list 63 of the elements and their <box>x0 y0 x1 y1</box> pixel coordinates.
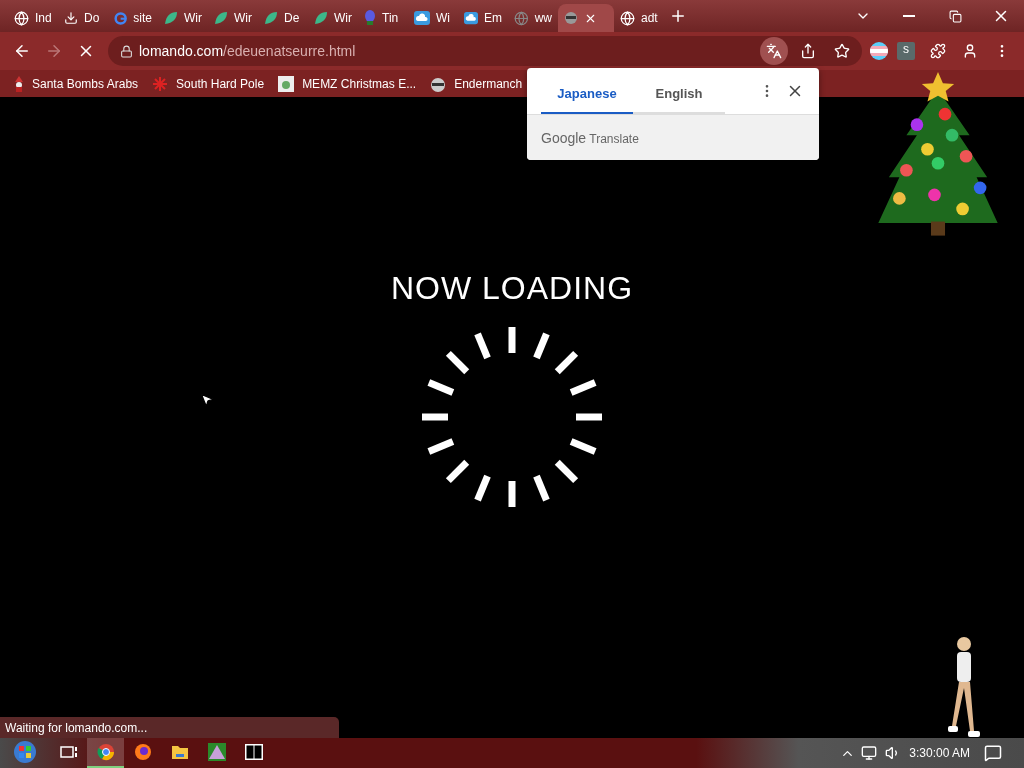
browser-tab[interactable]: Wir <box>308 4 358 32</box>
globe-icon <box>514 10 529 26</box>
leaf-icon <box>314 11 328 25</box>
browser-tab[interactable]: Do <box>58 4 108 32</box>
task-view-icon <box>59 744 78 760</box>
status-bubble: Waiting for lomando.com... <box>0 717 339 738</box>
browser-tab[interactable]: De <box>258 4 308 32</box>
loading-spinner-icon <box>420 325 604 509</box>
firefox-icon <box>133 743 152 761</box>
share-icon <box>800 43 816 59</box>
star-icon <box>834 43 850 59</box>
google-icon <box>114 10 128 26</box>
snowflake-icon <box>152 75 169 92</box>
address-bar[interactable]: lomando.com/edeuenatseurre.html <box>108 36 862 66</box>
browser-tab[interactable]: ww <box>508 4 558 32</box>
striped-flag-icon[interactable] <box>870 42 888 60</box>
bookmark-link[interactable]: South Hard Pole <box>152 75 265 92</box>
leaf-icon <box>264 11 278 25</box>
browser-tab[interactable]: Wi <box>408 4 458 32</box>
loading-title: NOW LOADING <box>390 270 634 307</box>
network-icon[interactable] <box>861 745 878 761</box>
browser-tab[interactable]: Em <box>458 4 508 32</box>
pyramid-icon <box>207 743 226 761</box>
download-icon <box>64 11 78 25</box>
chrome-icon <box>96 743 115 761</box>
bookmark-link[interactable]: MEMZ Christmas E... <box>278 75 417 92</box>
cloud-icon <box>414 11 430 25</box>
leaf-icon <box>164 11 178 25</box>
browser-tab[interactable]: Tin <box>358 4 408 32</box>
restore-icon <box>948 9 962 23</box>
leaf-icon <box>214 11 228 25</box>
browser-tab[interactable]: Wir <box>158 4 208 32</box>
globe-icon <box>620 10 635 26</box>
plus-icon <box>669 7 687 25</box>
puzzle-icon <box>930 43 946 59</box>
clock-text[interactable]: 3:30:00 AM <box>909 746 970 760</box>
browser-tab[interactable] <box>558 4 614 32</box>
windows-logo-icon <box>13 740 37 764</box>
bookmark-link[interactable]: Endermanch <box>430 75 523 92</box>
santa-icon <box>14 75 24 92</box>
forward-arrow-icon <box>45 42 63 60</box>
google-translate-label: Google Translate <box>541 129 639 146</box>
browser-tab[interactable]: Ind <box>8 4 58 32</box>
bulb-icon <box>364 10 376 26</box>
lock-icon <box>120 44 133 58</box>
browser-tab[interactable]: adt <box>614 4 664 32</box>
person-icon <box>962 43 978 59</box>
bookmark-link[interactable]: Santa Bombs Arabs <box>14 75 139 92</box>
minimize-icon <box>903 15 915 17</box>
browser-tab[interactable]: Wir <box>208 4 258 32</box>
extension-button[interactable]: s <box>892 37 920 65</box>
language-tab[interactable]: Japanese <box>541 75 633 114</box>
url-text: lomando.com/edeuenatseurre.html <box>139 42 356 60</box>
archive-icon <box>244 744 263 760</box>
globe-icon <box>14 10 29 26</box>
cloud-icon <box>464 11 478 25</box>
translate-button[interactable] <box>760 37 788 65</box>
folder-icon <box>170 744 189 760</box>
translate-icon <box>766 43 782 59</box>
image-icon <box>278 75 295 92</box>
notification-icon[interactable] <box>984 744 1002 762</box>
language-tab[interactable]: English <box>633 75 725 114</box>
browser-tab[interactable]: site <box>108 4 158 32</box>
